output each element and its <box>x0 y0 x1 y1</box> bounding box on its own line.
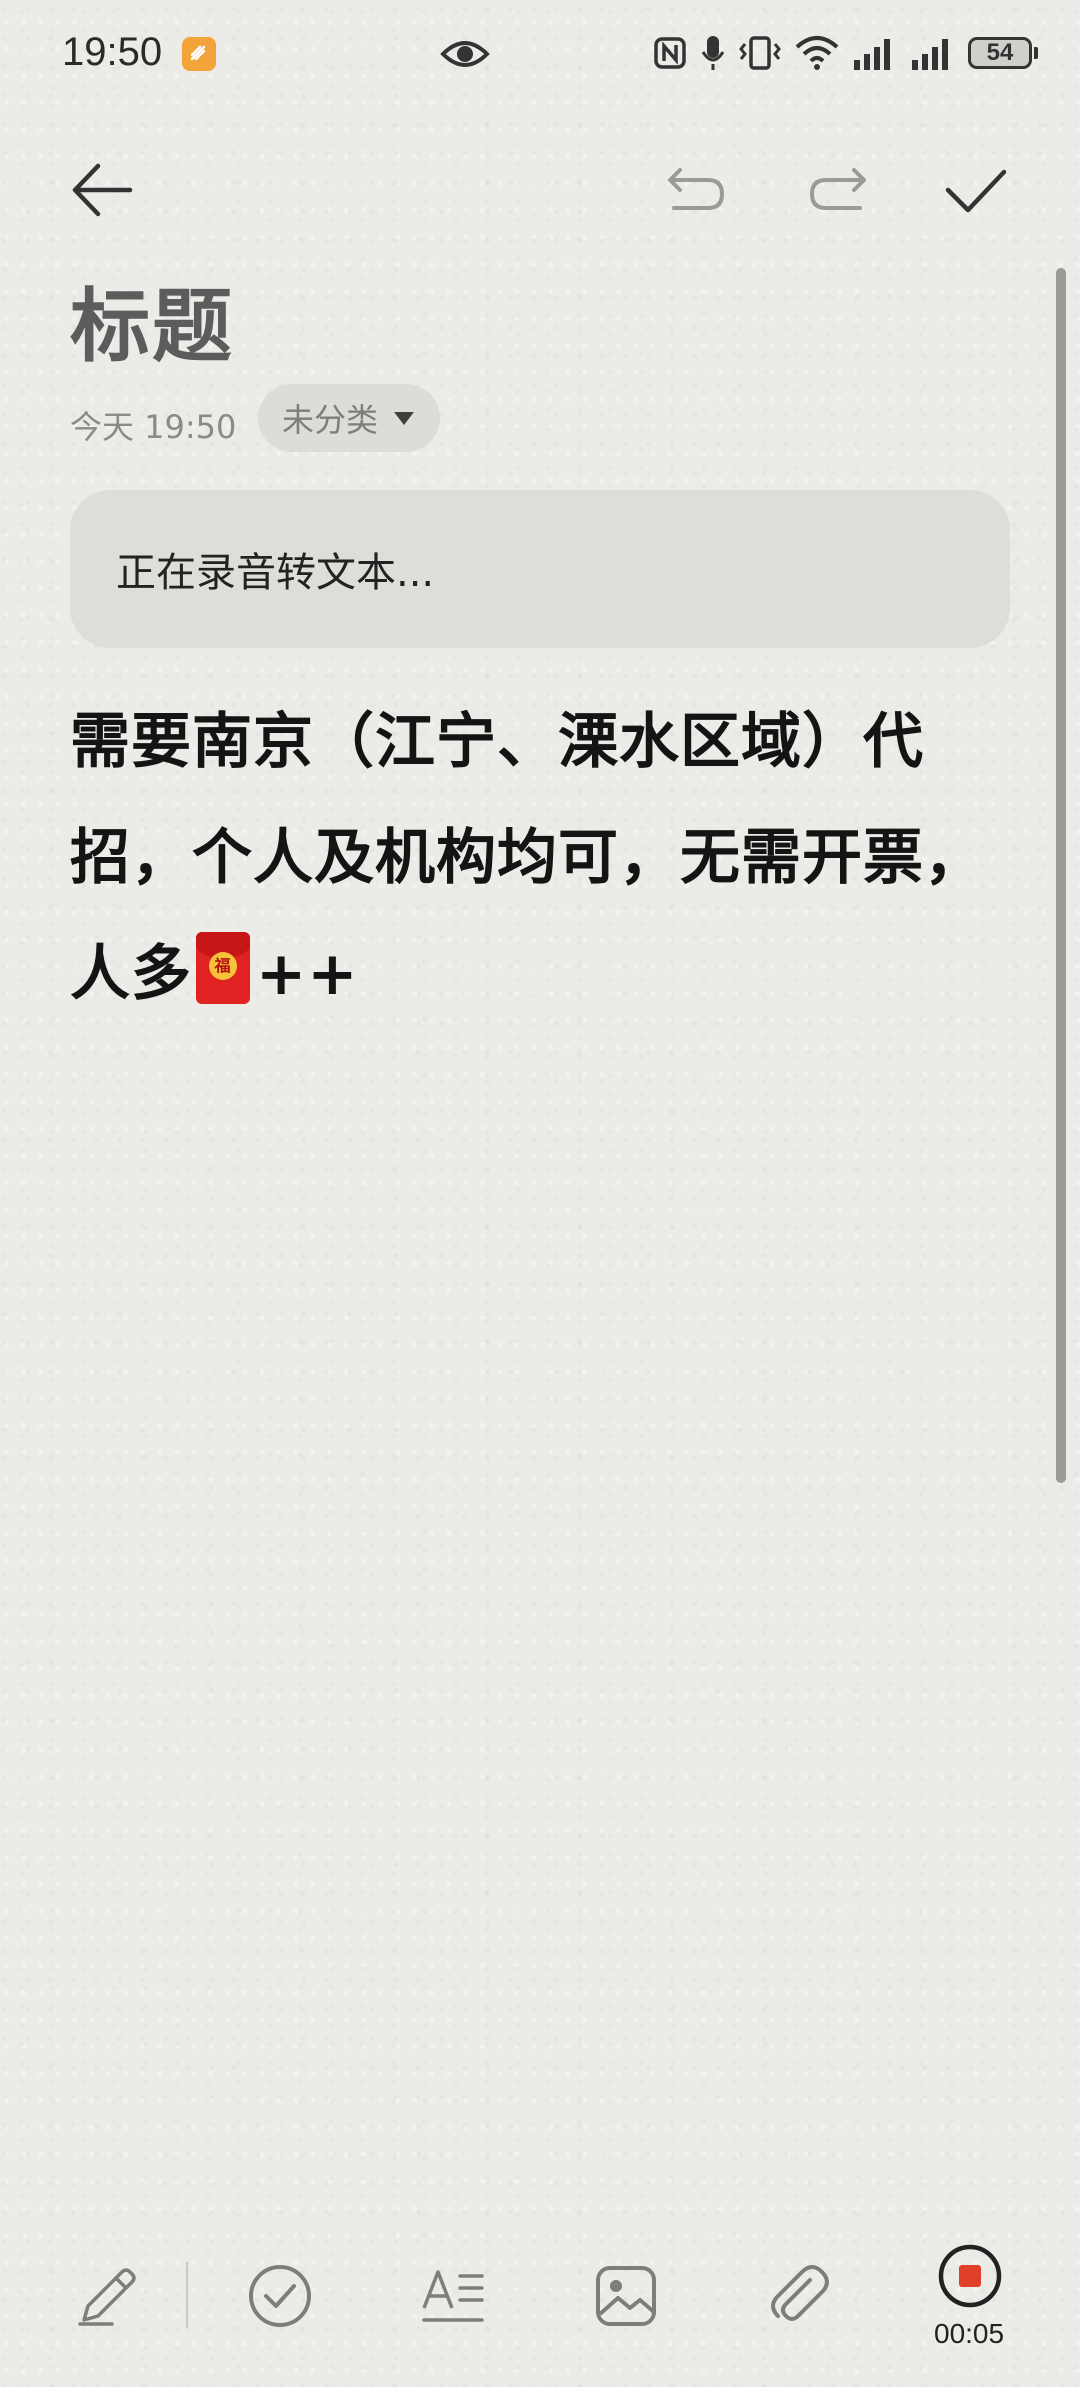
note-date: 今天 19:50 <box>70 408 237 446</box>
transcription-status-text: 正在录音转文本... <box>116 550 435 596</box>
toolbar-divider <box>186 2262 188 2328</box>
text-format-icon <box>422 2270 484 2322</box>
record-stop-button[interactable] <box>934 2240 1006 2312</box>
checklist-icon <box>249 2265 311 2327</box>
dropdown-triangle-icon <box>394 411 415 425</box>
pen-icon <box>78 2268 136 2326</box>
redo-icon <box>810 168 866 210</box>
check-icon <box>945 169 1007 213</box>
red-envelope-glyph: 福 <box>209 952 237 980</box>
note-body[interactable]: 需要南京（江宁、溧水区域）代招，个人及机构均可，无需开票，人多福 ++ <box>70 684 1020 1032</box>
signal-icon <box>912 39 948 70</box>
wifi-icon <box>795 36 839 70</box>
battery-icon: 54 <box>968 37 1032 69</box>
attachment-button[interactable] <box>762 2260 834 2332</box>
text-format-button[interactable] <box>418 2260 490 2332</box>
undo-icon <box>668 168 724 210</box>
back-button[interactable] <box>70 158 134 222</box>
nfc-icon <box>654 37 686 69</box>
redo-button[interactable] <box>806 162 870 218</box>
record-stop-icon <box>938 2244 1002 2308</box>
status-time: 19:50 <box>62 30 163 74</box>
red-envelope-icon: 福 <box>196 932 250 1004</box>
mic-icon <box>701 36 725 70</box>
image-button[interactable] <box>590 2260 662 2332</box>
battery-tip <box>1034 47 1038 59</box>
pen-button[interactable] <box>72 2260 144 2332</box>
category-label: 未分类 <box>282 401 379 439</box>
status-icons: 54 <box>652 34 1038 72</box>
recording-timer: 00:05 <box>934 2318 1005 2349</box>
done-button[interactable] <box>944 158 1008 222</box>
attachment-icon <box>771 2265 829 2321</box>
note-title[interactable]: 标题 <box>70 262 234 378</box>
note-body-text-tail: ++ <box>256 939 359 1009</box>
undo-button[interactable] <box>664 162 728 218</box>
transcription-status-banner: 正在录音转文本... <box>70 490 1010 648</box>
eye-icon <box>440 36 490 76</box>
signal-icon <box>854 39 890 70</box>
back-arrow-icon <box>72 163 133 217</box>
image-icon <box>596 2266 656 2326</box>
app-badge-icon <box>182 37 216 71</box>
checklist-button[interactable] <box>244 2260 316 2332</box>
category-dropdown[interactable]: 未分类 <box>258 384 441 452</box>
scrollbar-thumb[interactable] <box>1056 268 1066 1483</box>
vibrate-icon <box>739 36 781 70</box>
